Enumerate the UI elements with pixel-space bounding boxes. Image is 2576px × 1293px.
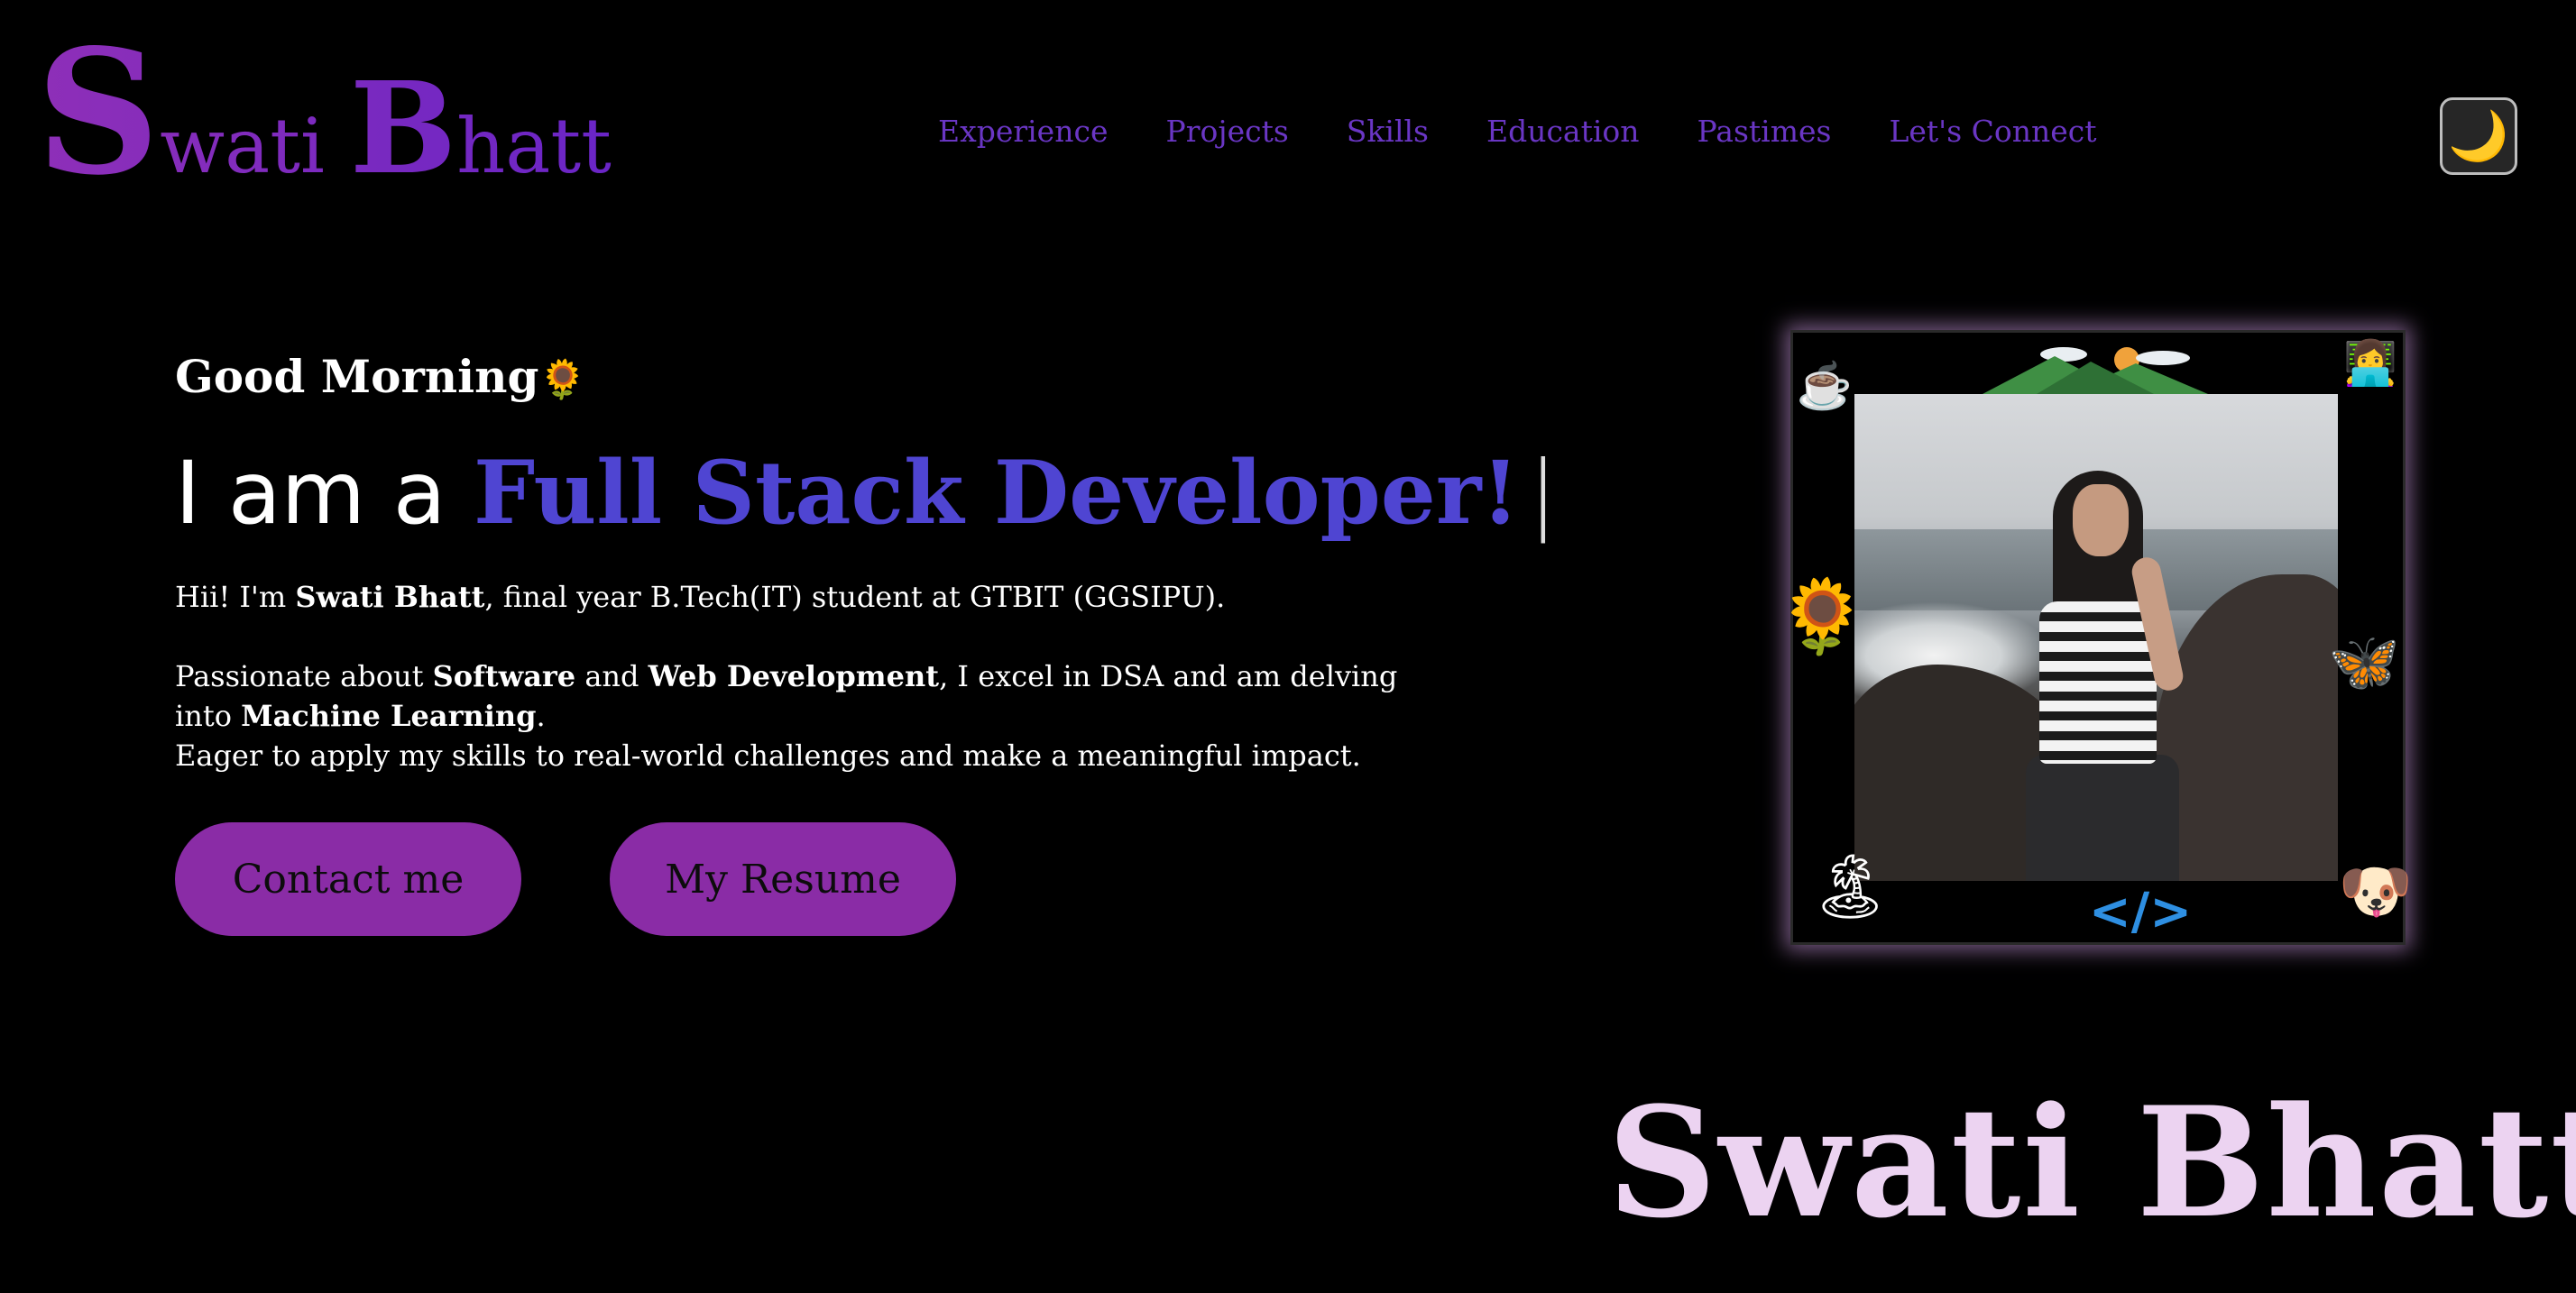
contact-me-button[interactable]: Contact me xyxy=(175,822,521,936)
nav-lets-connect[interactable]: Let's Connect xyxy=(1889,114,2096,149)
bio-web-dev: Web Development xyxy=(648,659,940,693)
logo-first-initial: S xyxy=(36,12,161,213)
bio-goal: Eager to apply my skills to real-world c… xyxy=(175,738,1361,773)
my-resume-button[interactable]: My Resume xyxy=(610,822,956,936)
photo-person-legs xyxy=(2026,755,2179,881)
theme-toggle-button[interactable]: 🌙 xyxy=(2440,97,2517,175)
greeting: Good Morning🌻 xyxy=(175,350,586,403)
headline-prefix: I am a xyxy=(175,443,474,544)
greeting-text: Good Morning xyxy=(175,350,539,403)
moon-icon: 🌙 xyxy=(2448,107,2509,164)
bio-ml: Machine Learning xyxy=(241,699,537,733)
photo-person-top xyxy=(2039,601,2157,764)
photo-person-face xyxy=(2073,484,2129,556)
laptop-user-icon: 👩‍💻 xyxy=(2343,337,2397,389)
typing-cursor: | xyxy=(1528,443,1558,544)
bio-name: Swati Bhatt xyxy=(295,580,485,614)
bio-spacer xyxy=(175,617,1456,656)
mountain-icon xyxy=(1983,344,2208,394)
nav-experience[interactable]: Experience xyxy=(938,114,1108,149)
logo-last-initial: B xyxy=(349,55,457,203)
nav-pastimes[interactable]: Pastimes xyxy=(1697,114,1832,149)
travel-island-icon: 🏝 xyxy=(1809,848,1891,923)
bio-intro-text: Hii! I'm xyxy=(175,580,296,614)
nav-education[interactable]: Education xyxy=(1486,114,1640,149)
coffee-cup-icon: ☕ xyxy=(1796,359,1854,412)
bio: Hii! I'm Swati Bhatt, final year B.Tech(… xyxy=(175,577,1456,775)
butterfly-icon: 🦋 xyxy=(2328,628,2400,696)
photo-person xyxy=(1990,466,2206,881)
code-icon: </> xyxy=(2088,882,2193,941)
sunflower-icon: 🌻 xyxy=(1777,574,1867,658)
bio-intro-rest: , final year B.Tech(IT) student at GTBIT… xyxy=(484,580,1226,614)
bio-passion: Passionate about Software and Web Develo… xyxy=(175,656,1456,736)
sunflower-icon: 🌻 xyxy=(538,357,586,401)
signature-name: Swati Bhatt xyxy=(1607,1073,2576,1252)
headline: I am a Full Stack Developer! | xyxy=(175,442,1558,544)
bio-intro: Hii! I'm Swati Bhatt, final year B.Tech(… xyxy=(175,577,1456,617)
site-logo[interactable]: S wati B hatt xyxy=(36,27,612,198)
puppy-icon: 🐶 xyxy=(2338,857,2414,926)
bio-and: and xyxy=(575,659,649,693)
headline-role: Full Stack Developer! xyxy=(474,442,1520,544)
logo-first-rest: wati xyxy=(160,102,325,190)
profile-photo xyxy=(1854,394,2338,881)
logo-last-rest: hatt xyxy=(456,102,612,190)
bio-passion-text: Passionate about xyxy=(175,659,433,693)
bio-period: . xyxy=(536,699,546,733)
profile-photo-frame: ☕ 👩‍💻 🌻 🦋 🏝 </> 🐶 xyxy=(1777,330,2413,945)
nav-skills[interactable]: Skills xyxy=(1347,114,1429,149)
bio-software: Software xyxy=(432,659,576,693)
main-nav: Experience Projects Skills Education Pas… xyxy=(938,114,2097,149)
nav-projects[interactable]: Projects xyxy=(1165,114,1288,149)
